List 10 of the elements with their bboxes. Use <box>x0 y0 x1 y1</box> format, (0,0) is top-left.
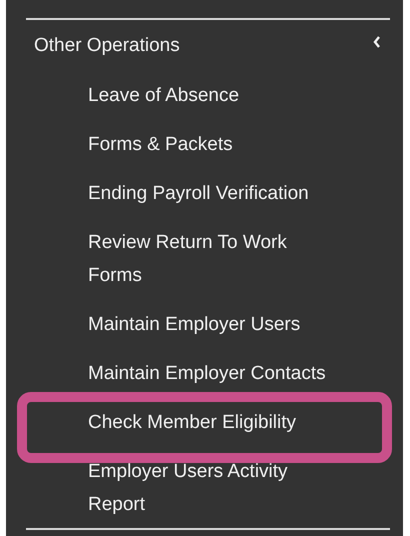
chevron-icon[interactable] <box>373 36 381 48</box>
menu-item[interactable]: Ending Payroll Verification <box>88 177 333 210</box>
menu-item[interactable]: Check Member Eligibility <box>88 406 333 439</box>
menu-item[interactable]: Maintain Employer Users <box>88 308 333 341</box>
menu-item[interactable]: Leave of Absence <box>88 79 333 112</box>
menu-item[interactable]: Maintain Employer Contacts <box>88 357 333 390</box>
menu-item[interactable]: Review Return To Work Forms <box>88 226 333 292</box>
menu-item[interactable]: Forms & Packets <box>88 128 333 161</box>
menu-header[interactable]: Other Operations <box>34 29 180 62</box>
menu-item[interactable]: Employer Users Activity Report <box>88 455 333 521</box>
